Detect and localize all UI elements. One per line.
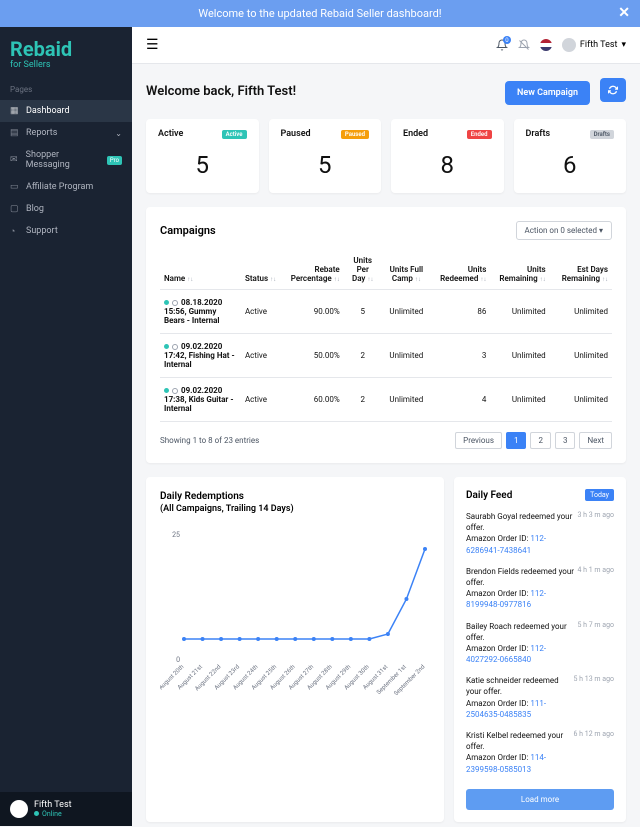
status-badge: Active: [222, 130, 247, 139]
load-more-button[interactable]: Load more: [466, 789, 614, 810]
feed-item: 6 h 12 m agoKristi Kelbel redeemed your …: [466, 730, 614, 775]
sidebar-item-support[interactable]: ◔Support: [0, 220, 132, 242]
col-header[interactable]: Units Per Day↑↓: [344, 250, 382, 290]
today-badge: Today: [585, 489, 614, 501]
order-link[interactable]: 111-2504635-0485835: [466, 699, 546, 719]
chart-subtitle: (All Campaigns, Trailing 14 Days): [160, 504, 430, 514]
new-campaign-button[interactable]: New Campaign: [505, 81, 590, 105]
bell-off-icon[interactable]: [518, 39, 530, 51]
menu-icon[interactable]: ☰: [146, 37, 159, 53]
user-dropdown[interactable]: Fifth Test ▾: [562, 38, 626, 52]
line-chart: 250August 20thAugust 21stAugust 22ndAugu…: [160, 524, 430, 714]
col-header[interactable]: Units Full Camp↑↓: [382, 250, 431, 290]
status-badge: Ended: [467, 130, 492, 139]
page-2[interactable]: 2: [530, 432, 551, 449]
page-1[interactable]: 1: [506, 432, 527, 449]
pro-badge: Pro: [107, 156, 122, 165]
col-header[interactable]: Rebate Percentage↑↓: [280, 250, 344, 290]
chevron-down-icon: ▾: [621, 40, 626, 50]
user-status: Online: [42, 810, 62, 818]
sidebar-item-blog[interactable]: ▢Blog: [0, 198, 132, 220]
topbar: ☰ 0 Fifth Test ▾: [132, 27, 640, 64]
logo-sub: for Sellers: [10, 60, 122, 70]
notification-icon[interactable]: 0: [496, 39, 508, 51]
col-header[interactable]: Status↑↓: [241, 250, 280, 290]
campaigns-panel: Campaigns Action on 0 selected ▾ Name↑↓S…: [146, 207, 626, 463]
logo-brand: Rebaid: [10, 39, 122, 59]
feed-item: 3 h 3 m agoSaurabh Goyal redeemed your o…: [466, 511, 614, 556]
flag-icon[interactable]: [540, 39, 552, 51]
sidebar-item-shopper-messaging[interactable]: ✉Shopper MessagingPro: [0, 144, 132, 176]
stat-card-drafts[interactable]: DraftsDrafts6: [514, 119, 627, 193]
banner-text: Welcome to the updated Rebaid Seller das…: [198, 7, 441, 20]
table-row[interactable]: 09.02.2020 17:38, Kids Guitar - Internal…: [160, 378, 612, 422]
feed-item: 5 h 13 m agoKatie schneider redeemed you…: [466, 675, 614, 720]
nav-icon: ✉: [10, 155, 20, 165]
close-icon[interactable]: ✕: [618, 5, 630, 21]
chart-title: Daily Redemptions: [160, 491, 430, 502]
page-next[interactable]: Next: [579, 432, 612, 449]
sidebar-item-reports[interactable]: ▤Reports⌄: [0, 122, 132, 144]
status-badge: Drafts: [590, 130, 614, 139]
nav-icon: ◔: [10, 226, 20, 236]
chart-panel: Daily Redemptions (All Campaigns, Traili…: [146, 477, 444, 822]
sidebar-item-affiliate-program[interactable]: ▭Affiliate Program: [0, 176, 132, 198]
page-title: Welcome back, Fifth Test!: [146, 84, 296, 99]
table-row[interactable]: 08.18.2020 15:56, Gummy Bears - Internal…: [160, 290, 612, 334]
table-showing: Showing 1 to 8 of 23 entries: [160, 436, 259, 445]
svg-text:0: 0: [176, 656, 180, 664]
table-row[interactable]: 09.02.2020 17:42, Fishing Hat - Internal…: [160, 334, 612, 378]
svg-text:25: 25: [172, 531, 180, 539]
col-header[interactable]: Name↑↓: [160, 250, 241, 290]
sidebar-section-label: Pages: [0, 85, 132, 100]
order-link[interactable]: 114-2399598-0585013: [466, 753, 546, 773]
pagination: Previous123Next: [455, 432, 612, 449]
order-link[interactable]: 112-8199948-0977816: [466, 589, 546, 609]
sidebar-item-dashboard[interactable]: ▦Dashboard: [0, 100, 132, 122]
feed-time: 5 h 7 m ago: [577, 621, 614, 629]
col-header[interactable]: Units Remaining↑↓: [490, 250, 549, 290]
nav-icon: ▦: [10, 106, 20, 116]
stat-card-paused[interactable]: PausedPaused5: [269, 119, 382, 193]
status-badge: Paused: [341, 130, 369, 139]
feed-panel: Daily Feed Today 3 h 3 m agoSaurabh Goya…: [454, 477, 626, 822]
order-link[interactable]: 112-4027292-0665840: [466, 644, 546, 664]
feed-item: 4 h 1 m agoBrendon Fields redeemed your …: [466, 566, 614, 611]
feed-item: 5 h 7 m agoBailey Roach redeemed your of…: [466, 621, 614, 666]
feed-time: 5 h 13 m ago: [574, 675, 614, 683]
refresh-button[interactable]: [600, 78, 626, 102]
page-3[interactable]: 3: [555, 432, 576, 449]
announcement-banner: Welcome to the updated Rebaid Seller das…: [0, 0, 640, 27]
chevron-down-icon: ⌄: [115, 129, 122, 138]
feed-time: 4 h 1 m ago: [577, 566, 614, 574]
feed-time: 6 h 12 m ago: [574, 730, 614, 738]
stat-card-active[interactable]: ActiveActive5: [146, 119, 259, 193]
nav-icon: ▭: [10, 182, 20, 192]
nav-icon: ▤: [10, 128, 20, 138]
logo: Rebaid for Sellers: [0, 27, 132, 85]
stat-card-ended[interactable]: EndedEnded8: [391, 119, 504, 193]
feed-title: Daily Feed: [466, 490, 512, 501]
campaigns-title: Campaigns: [160, 224, 216, 237]
sidebar-user[interactable]: Fifth Test Online: [0, 792, 132, 826]
feed-time: 3 h 3 m ago: [577, 511, 614, 519]
sidebar: Rebaid for Sellers Pages ▦Dashboard▤Repo…: [0, 27, 132, 826]
bulk-action-dropdown[interactable]: Action on 0 selected ▾: [516, 221, 613, 240]
page-previous[interactable]: Previous: [455, 432, 502, 449]
col-header[interactable]: Units Redeemed↑↓: [431, 250, 490, 290]
order-link[interactable]: 112-6286941-7438641: [466, 534, 546, 554]
avatar: [10, 800, 28, 818]
user-name: Fifth Test: [34, 800, 72, 810]
col-header[interactable]: Est Days Remaining↑↓: [550, 250, 612, 290]
campaigns-table: Name↑↓Status↑↓Rebate Percentage↑↓Units P…: [160, 250, 612, 422]
nav-icon: ▢: [10, 204, 20, 214]
